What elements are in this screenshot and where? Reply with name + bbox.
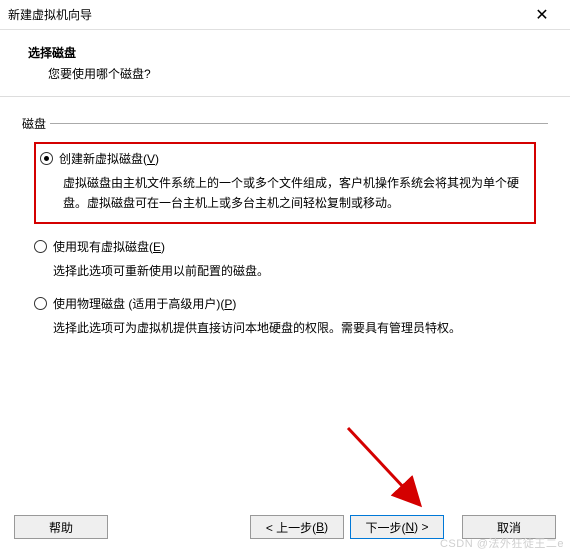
- header: 选择磁盘 您要使用哪个磁盘?: [0, 30, 570, 97]
- fieldset-header: 磁盘: [22, 115, 548, 132]
- page-subtitle: 您要使用哪个磁盘?: [28, 65, 542, 82]
- close-icon: ✕: [535, 5, 548, 25]
- option-create-highlight: 创建新虚拟磁盘(V) 虚拟磁盘由主机文件系统上的一个或多个文件组成，客户机操作系…: [34, 142, 536, 224]
- option-physical[interactable]: 使用物理磁盘 (适用于高级用户)(P) 选择此选项可为虚拟机提供直接访问本地硬盘…: [34, 295, 536, 338]
- fieldset-divider: [50, 123, 548, 124]
- option-physical-desc: 选择此选项可为虚拟机提供直接访问本地硬盘的权限。需要具有管理员特权。: [34, 318, 536, 338]
- option-existing-label: 使用现有虚拟磁盘(E): [53, 238, 165, 255]
- next-button[interactable]: 下一步(N) >: [350, 515, 444, 539]
- titlebar: 新建虚拟机向导 ✕: [0, 0, 570, 30]
- page-title: 选择磁盘: [28, 44, 542, 61]
- content-area: 磁盘 创建新虚拟磁盘(V) 虚拟磁盘由主机文件系统上的一个或多个文件组成，客户机…: [0, 97, 570, 363]
- radio-create[interactable]: [40, 152, 53, 165]
- options-group: 创建新虚拟磁盘(V) 虚拟磁盘由主机文件系统上的一个或多个文件组成，客户机操作系…: [22, 142, 548, 339]
- window-title: 新建虚拟机向导: [8, 6, 92, 23]
- radio-existing[interactable]: [34, 240, 47, 253]
- option-existing[interactable]: 使用现有虚拟磁盘(E) 选择此选项可重新使用以前配置的磁盘。: [34, 238, 536, 281]
- back-button[interactable]: < 上一步(B): [250, 515, 344, 539]
- close-button[interactable]: ✕: [522, 1, 562, 29]
- option-create-label: 创建新虚拟磁盘(V): [59, 150, 159, 167]
- option-physical-label: 使用物理磁盘 (适用于高级用户)(P): [53, 295, 236, 312]
- watermark: CSDN @法外狂徒王二e: [440, 535, 564, 551]
- annotation-arrow: [340, 420, 450, 530]
- option-existing-desc: 选择此选项可重新使用以前配置的磁盘。: [34, 261, 536, 281]
- fieldset-label: 磁盘: [22, 115, 50, 132]
- option-create[interactable]: 创建新虚拟磁盘(V): [40, 150, 526, 167]
- help-button[interactable]: 帮助: [14, 515, 108, 539]
- option-create-desc: 虚拟磁盘由主机文件系统上的一个或多个文件组成，客户机操作系统会将其视为单个硬盘。…: [44, 173, 526, 214]
- radio-physical[interactable]: [34, 297, 47, 310]
